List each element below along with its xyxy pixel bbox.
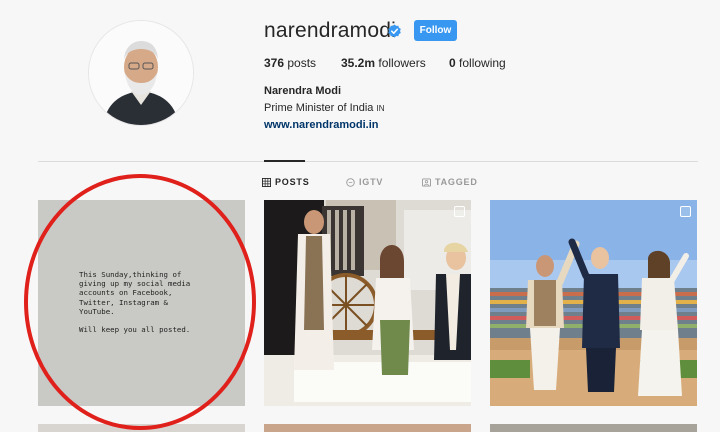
stat-followers[interactable]: 35.2m followers — [341, 56, 426, 70]
profile-avatar — [89, 21, 193, 125]
posts-label: posts — [287, 56, 317, 70]
tab-tagged[interactable]: TAGGED — [422, 177, 478, 187]
post-tile-partial[interactable] — [490, 424, 697, 432]
tab-tagged-label: TAGGED — [435, 177, 478, 187]
post-text-note: This Sunday,thinking of giving up my soc… — [79, 270, 191, 335]
tabs-divider — [38, 161, 698, 162]
following-count: 0 — [449, 56, 456, 70]
tab-igtv-label: IGTV — [359, 177, 384, 187]
stat-posts[interactable]: 376 posts — [264, 56, 316, 70]
tagged-icon — [422, 177, 431, 187]
posts-count: 376 — [264, 56, 285, 70]
following-label: following — [459, 56, 506, 70]
post-tile[interactable] — [490, 200, 697, 406]
post-tile-partial[interactable] — [264, 424, 471, 432]
post-photo-stadium — [490, 200, 697, 406]
tab-posts-label: POSTS — [275, 177, 310, 187]
active-tab-indicator — [264, 160, 305, 162]
bio-flag: IN — [376, 104, 385, 113]
verified-badge-icon — [388, 24, 401, 38]
multi-select-icon — [454, 206, 465, 217]
profile-website-link[interactable]: www.narendramodi.in — [264, 119, 379, 131]
tab-igtv[interactable]: IGTV — [346, 177, 383, 187]
post-tile[interactable]: This Sunday,thinking of giving up my soc… — [38, 200, 245, 406]
multi-select-icon — [680, 206, 691, 217]
avatar-image — [89, 21, 193, 125]
profile-bio: Prime Minister of India IN — [264, 102, 385, 114]
profile-full-name: Narendra Modi — [264, 85, 342, 97]
follow-button[interactable]: Follow — [414, 20, 457, 41]
followers-label: followers — [378, 56, 426, 70]
post-tile-partial[interactable] — [38, 424, 245, 432]
stat-following[interactable]: 0 following — [449, 56, 506, 70]
grid-icon — [262, 177, 271, 187]
followers-count: 35.2m — [341, 56, 376, 70]
profile-username: narendramodi — [264, 19, 396, 42]
igtv-icon — [346, 177, 355, 187]
bio-title: Prime Minister of India — [264, 102, 374, 114]
post-tile[interactable] — [264, 200, 471, 406]
post-photo-charkha — [264, 200, 471, 406]
tab-posts[interactable]: POSTS — [262, 177, 310, 187]
